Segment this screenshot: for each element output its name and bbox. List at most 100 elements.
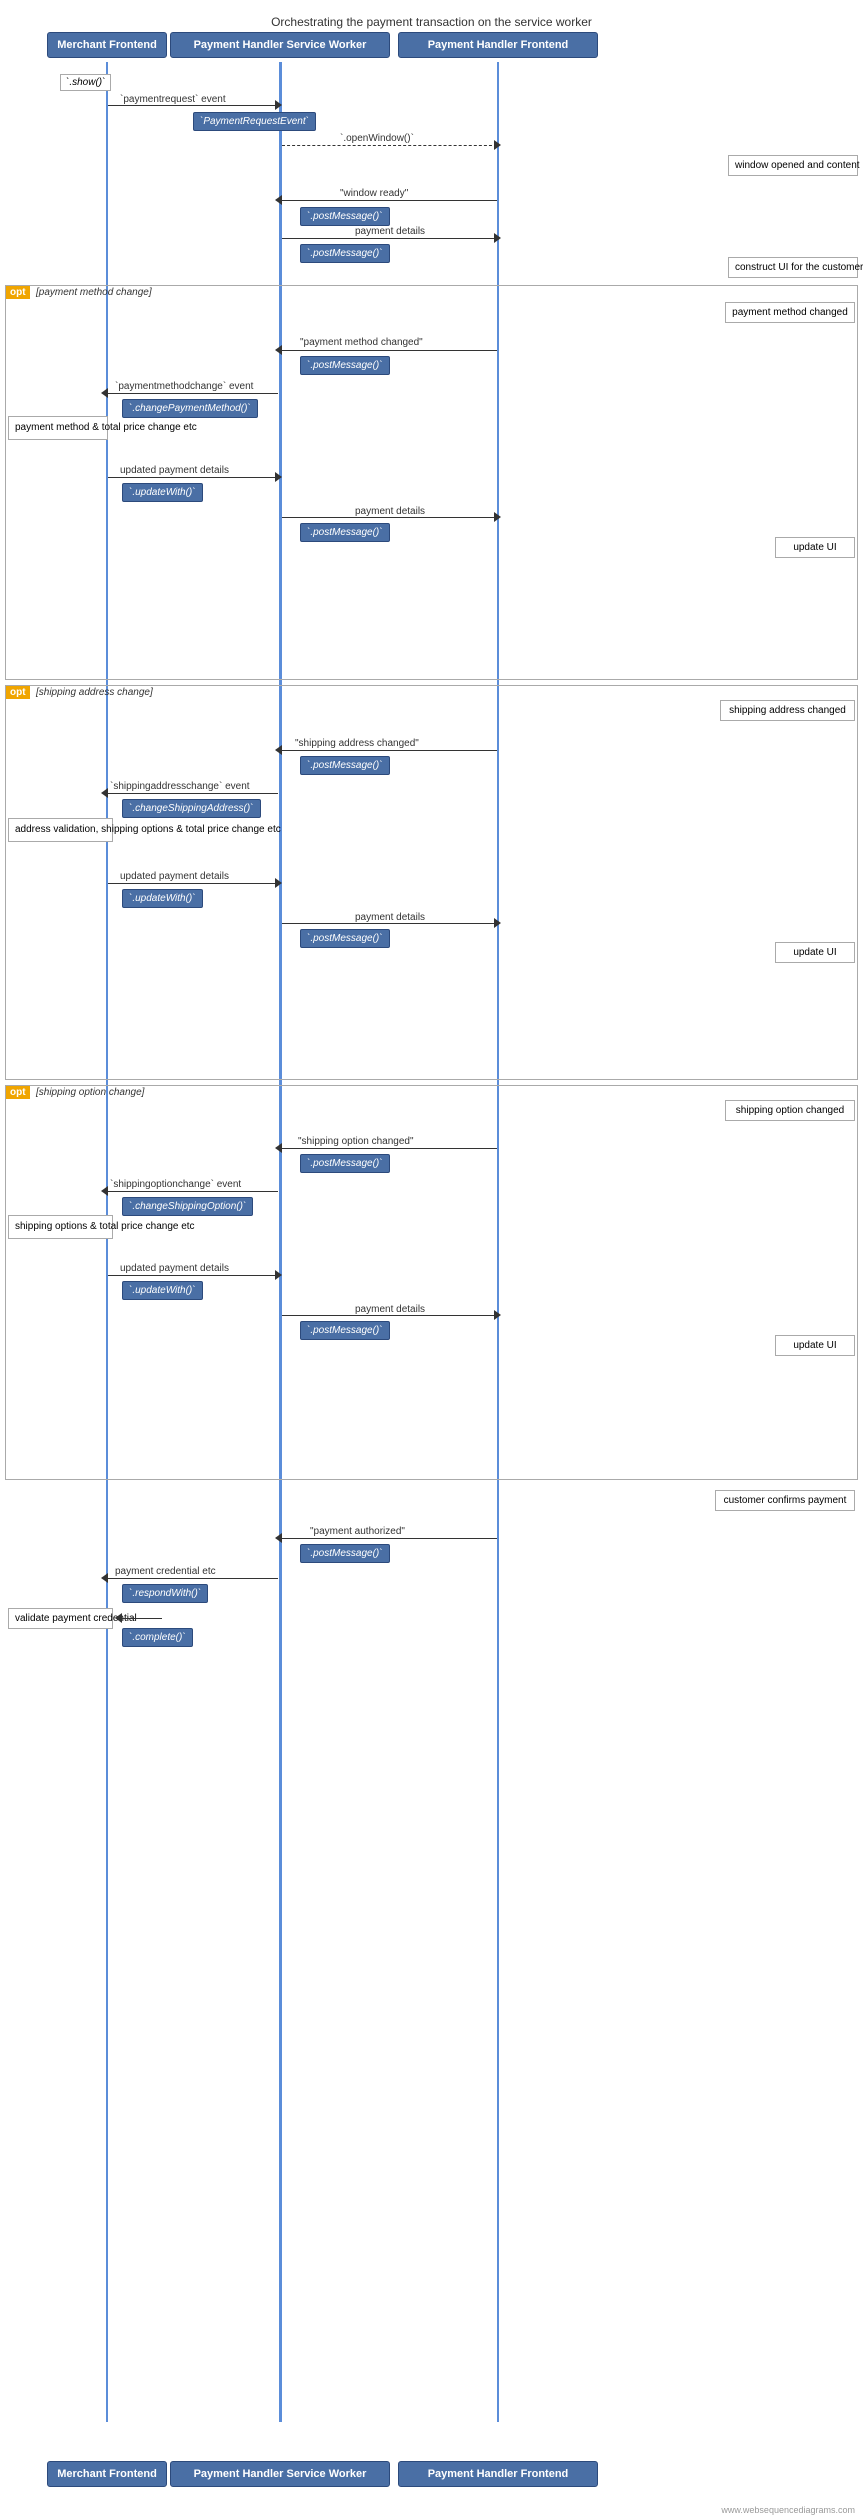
arrowhead-paymentdetails1: [494, 233, 501, 243]
sidenote-address-validation: address validation, shipping options & t…: [8, 818, 113, 842]
label-updateddetails1: updated payment details: [120, 465, 229, 476]
opt-condition-3: [shipping option change]: [36, 1087, 144, 1098]
arrow-paymentdetails3: [282, 923, 497, 924]
sidenote-updateui-3: update UI: [775, 1335, 855, 1356]
opt-label-1: opt: [6, 286, 30, 299]
label-updateddetails2: updated payment details: [120, 871, 229, 882]
postmessage-box-2: `.postMessage()`: [300, 244, 390, 263]
header-merchant-frontend: Merchant Frontend: [47, 32, 167, 58]
header-payment-handler-sw: Payment Handler Service Worker: [170, 32, 390, 58]
postmessage-box-6: `.postMessage()`: [300, 929, 390, 948]
arrowhead-validate-back: [115, 1613, 122, 1623]
updatewith-box-1: `.updateWith()`: [122, 483, 203, 502]
respond-with-box: `.respondWith()`: [122, 1584, 208, 1603]
show-call-box: `.show()`: [60, 74, 111, 91]
arrow-pmchangeevent: [108, 393, 278, 394]
label-paymentrequest: `paymentrequest` event: [120, 94, 226, 105]
sidenote-validate: validate payment credential: [8, 1608, 113, 1629]
arrowhead-updateddetails3: [275, 1270, 282, 1280]
postmessage-box-9: `.postMessage()`: [300, 1544, 390, 1563]
arrow-updateddetails1: [108, 477, 278, 478]
sidenote-updateui-2: update UI: [775, 942, 855, 963]
label-sachanged: "shipping address changed": [295, 738, 419, 749]
sidenote-window-opened: window opened and content loaded: [728, 155, 858, 176]
arrow-paymentrequest: [108, 105, 278, 106]
arrow-paymentdetails2: [282, 517, 497, 518]
label-updateddetails3: updated payment details: [120, 1263, 229, 1274]
label-openwindow: `.openWindow()`: [340, 133, 414, 144]
postmessage-box-1: `.postMessage()`: [300, 207, 390, 226]
arrowhead-sochangeevent: [101, 1186, 108, 1196]
header-payment-handler-fe: Payment Handler Frontend: [398, 32, 598, 58]
arrow-openwindow: [282, 145, 497, 146]
label-paymentdetails2: payment details: [355, 506, 425, 517]
change-pm-box: `.changePaymentMethod()`: [122, 399, 258, 418]
arrowhead-sachanged: [275, 745, 282, 755]
opt-label-3: opt: [6, 1086, 30, 1099]
label-paymentcredential: payment credential etc: [115, 1566, 216, 1577]
label-pmchanged: "payment method changed": [300, 337, 423, 348]
arrow-sachanged: [282, 750, 497, 751]
arrowhead-sachangeevent: [101, 788, 108, 798]
label-sachangeevent: `shippingaddresschange` event: [110, 781, 250, 792]
sidenote-customer-confirms: customer confirms payment: [715, 1490, 855, 1511]
postmessage-box-4: `.postMessage()`: [300, 523, 390, 542]
footer-payment-handler-fe: Payment Handler Frontend: [398, 2461, 598, 2487]
arrow-sachangeevent: [108, 793, 278, 794]
arrow-paymentauth: [282, 1538, 497, 1539]
change-sa-box: `.changeShippingAddress()`: [122, 799, 261, 818]
arrowhead-updateddetails2: [275, 878, 282, 888]
opt-condition-2: [shipping address change]: [36, 687, 153, 698]
arrowhead-paymentauth: [275, 1533, 282, 1543]
sidenote-updateui-1: update UI: [775, 537, 855, 558]
sidenote-sa-changed: shipping address changed: [720, 700, 855, 721]
arrow-sochanged: [282, 1148, 497, 1149]
postmessage-box-7: `.postMessage()`: [300, 1154, 390, 1173]
arrowhead-openwindow: [494, 140, 501, 150]
footer-payment-handler-sw: Payment Handler Service Worker: [170, 2461, 390, 2487]
label-paymentdetails3: payment details: [355, 912, 425, 923]
complete-box: `.complete()`: [122, 1628, 193, 1647]
updatewith-box-3: `.updateWith()`: [122, 1281, 203, 1300]
arrow-paymentdetails4: [282, 1315, 497, 1316]
label-paymentdetails4: payment details: [355, 1304, 425, 1315]
arrow-paymentdetails1: [282, 238, 497, 239]
sidenote-pm-changed: payment method changed: [725, 302, 855, 323]
sidenote-shipping-options: shipping options & total price change et…: [8, 1215, 113, 1239]
label-paymentdetails1: payment details: [355, 226, 425, 237]
arrow-updateddetails2: [108, 883, 278, 884]
arrowhead-paymentdetails4: [494, 1310, 501, 1320]
arrowhead-paymentcredential: [101, 1573, 108, 1583]
updatewith-box-2: `.updateWith()`: [122, 889, 203, 908]
arrow-pmchanged: [282, 350, 497, 351]
arrowhead-paymentdetails2: [494, 512, 501, 522]
arrow-sochangeevent: [108, 1191, 278, 1192]
payment-request-event-box: `PaymentRequestEvent`: [193, 112, 316, 131]
arrowhead-pmchangeevent: [101, 388, 108, 398]
arrow-paymentcredential: [108, 1578, 278, 1579]
sidenote-pm-total: payment method & total price change etc: [8, 416, 108, 440]
arrow-updateddetails3: [108, 1275, 278, 1276]
arrowhead-pmchanged: [275, 345, 282, 355]
arrowhead-sochanged: [275, 1143, 282, 1153]
sidenote-construct-ui: construct UI for the customer: [728, 257, 858, 278]
postmessage-box-3: `.postMessage()`: [300, 356, 390, 375]
arrowhead-updateddetails1: [275, 472, 282, 482]
arrow-windowready: [282, 200, 497, 201]
footer-merchant-frontend: Merchant Frontend: [47, 2461, 167, 2487]
arrowhead-windowready: [275, 195, 282, 205]
change-so-box: `.changeShippingOption()`: [122, 1197, 253, 1216]
sidenote-so-changed: shipping option changed: [725, 1100, 855, 1121]
label-paymentauth: "payment authorized": [310, 1526, 405, 1537]
postmessage-box-5: `.postMessage()`: [300, 756, 390, 775]
postmessage-box-8: `.postMessage()`: [300, 1321, 390, 1340]
diagram-container: Orchestrating the payment transaction on…: [0, 0, 863, 2519]
opt-label-2: opt: [6, 686, 30, 699]
watermark: www.websequencediagrams.com: [721, 2505, 855, 2515]
label-pmchangeevent: `paymentmethodchange` event: [115, 381, 253, 392]
label-sochangeevent: `shippingoptionchange` event: [110, 1179, 241, 1190]
opt-condition-1: [payment method change]: [36, 287, 152, 298]
arrowhead-paymentrequest: [275, 100, 282, 110]
arrowhead-paymentdetails3: [494, 918, 501, 928]
label-sochanged: "shipping option changed": [298, 1136, 414, 1147]
